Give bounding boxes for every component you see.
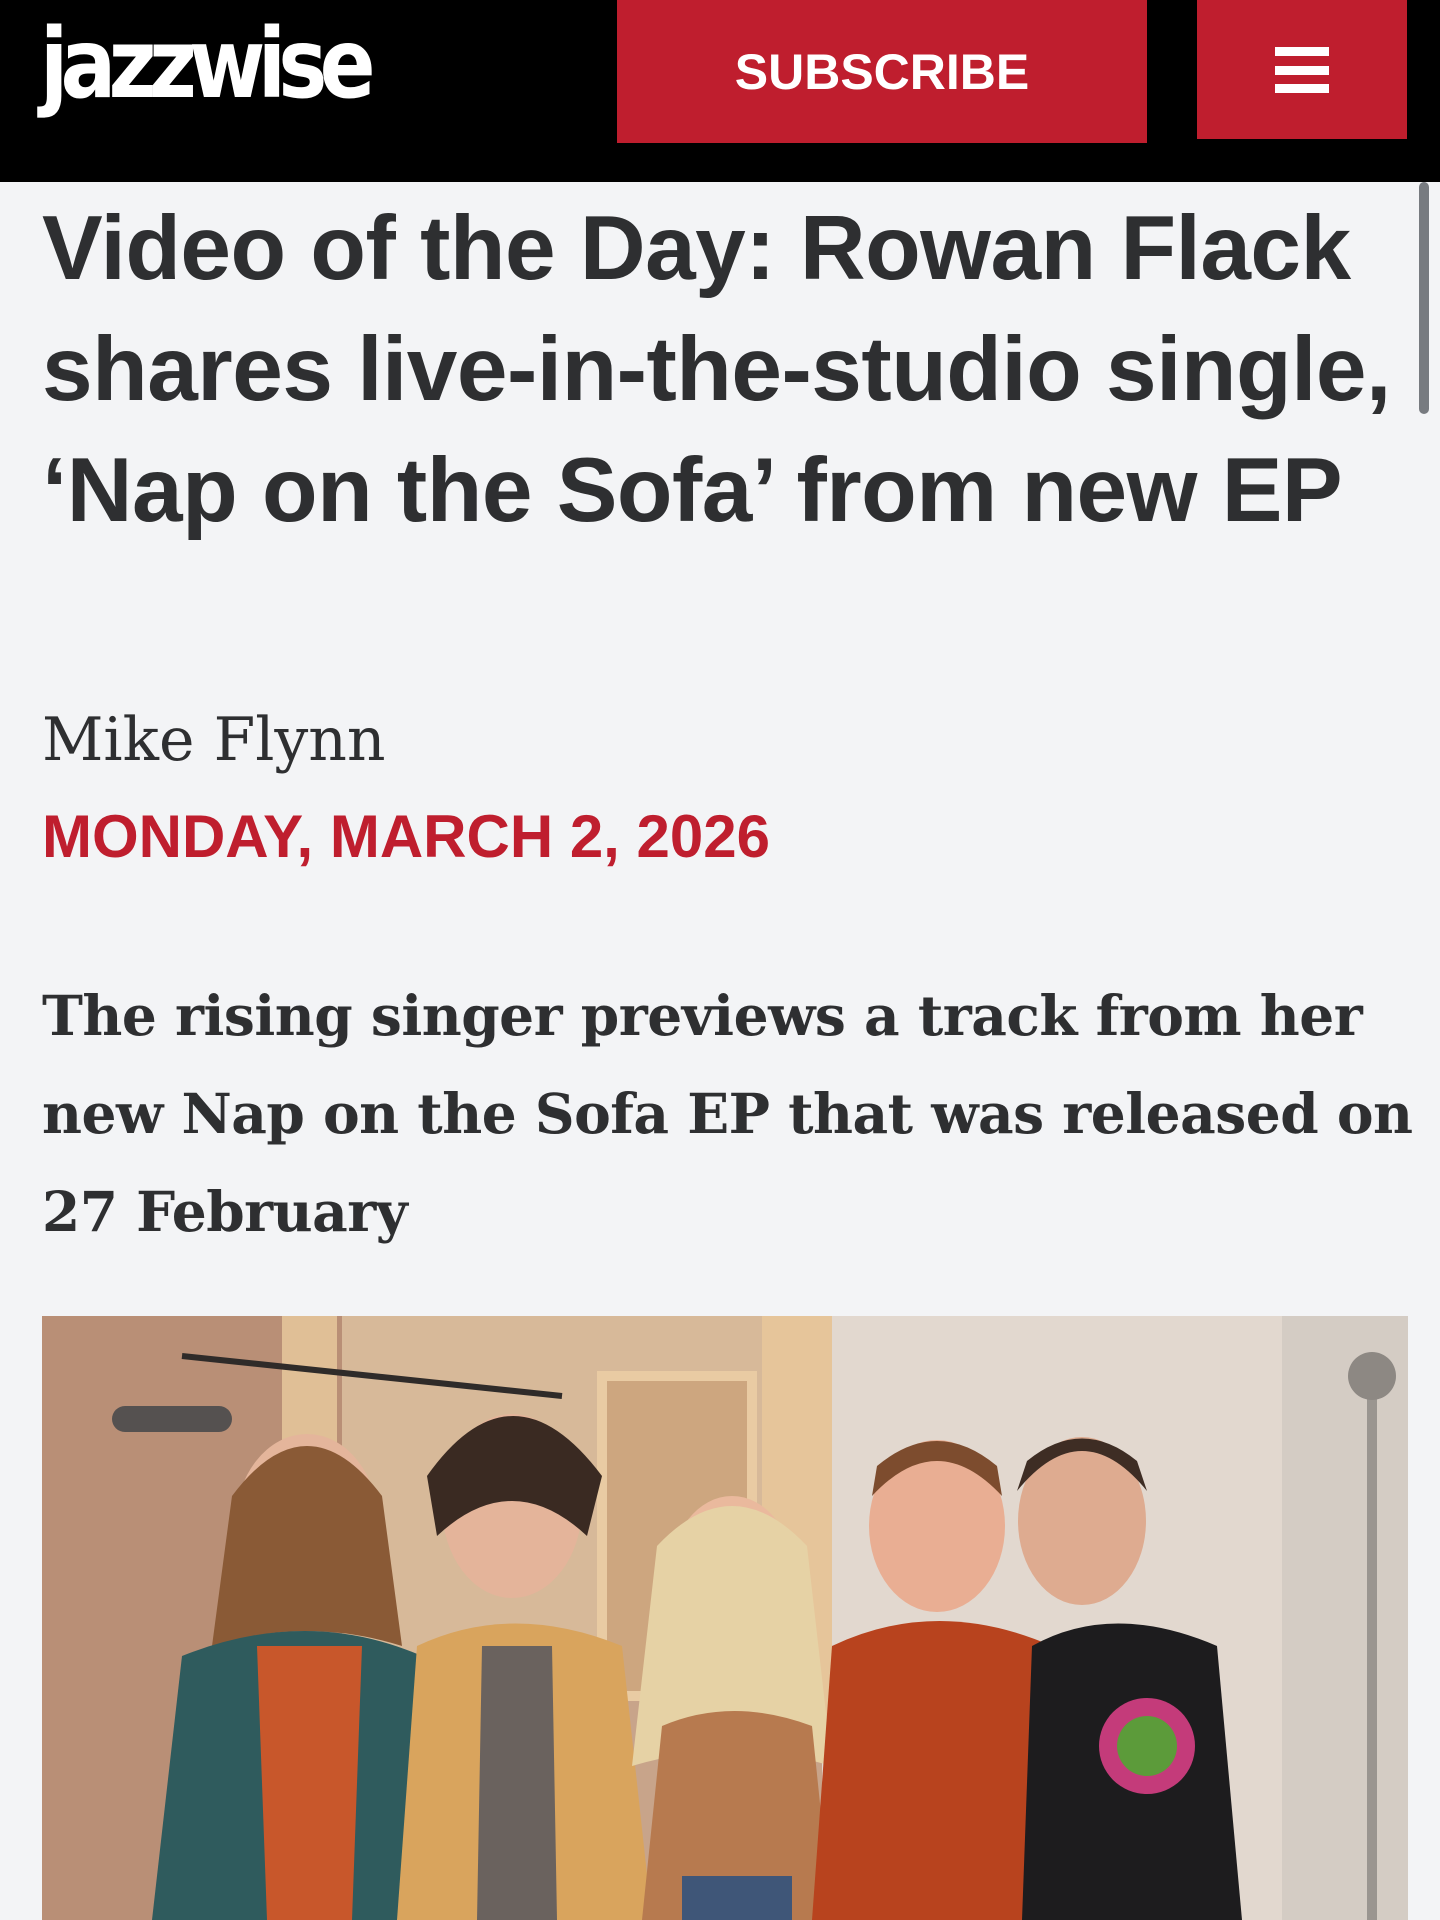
jazzwise-logo[interactable]: jazzwise <box>40 0 376 134</box>
subscribe-button[interactable]: SUBSCRIBE <box>617 0 1147 143</box>
scrollbar-thumb[interactable] <box>1419 182 1429 414</box>
menu-button[interactable] <box>1197 0 1407 139</box>
hamburger-menu-icon <box>1275 46 1329 93</box>
article-hero-photo <box>42 1316 1408 1920</box>
article-standfirst: The rising singer previews a track from … <box>42 983 1413 1244</box>
site-header: jazzwise SUBSCRIBE <box>0 0 1440 182</box>
article-headline: Video of the Day: Rowan Flack shares liv… <box>42 198 1391 541</box>
article-date: MONDAY, MARCH 2, 2026 <box>42 803 770 870</box>
article-author[interactable]: Mike Flynn <box>42 700 386 780</box>
